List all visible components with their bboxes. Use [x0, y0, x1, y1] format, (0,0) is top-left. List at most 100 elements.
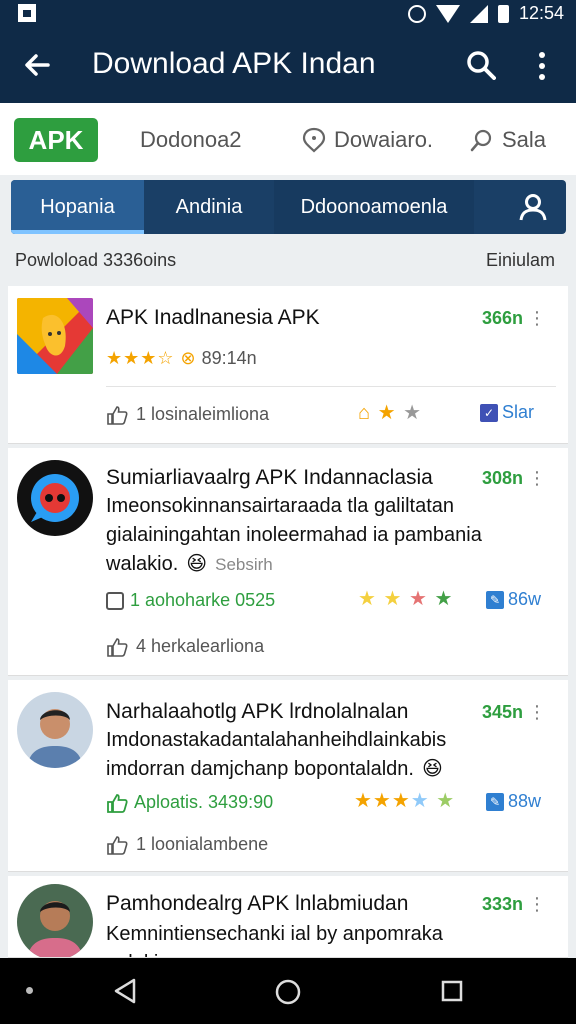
tab-andinia[interactable]: Andinia	[144, 180, 274, 234]
chat-bubble-icon	[302, 127, 326, 153]
filter-bar: APK Dodonoa2 Dowaiaro. Sala	[0, 103, 576, 175]
star-icon: ★	[409, 588, 428, 610]
app-logo-icon	[17, 298, 93, 374]
filter-item-3-label: Sala	[502, 127, 547, 152]
tab-bar: Hopania Andinia Ddoonoamoenla	[11, 180, 566, 234]
wifi-icon	[435, 4, 460, 23]
back-arrow-icon[interactable]	[22, 50, 52, 80]
section-header: Powloload 3336oins Einiulam	[15, 250, 555, 274]
desc-line-1: Imeonsokinnansairtaraada tla galiltatan	[106, 495, 454, 517]
item-meta: 1 aohoharke 0525	[130, 590, 276, 610]
item-title: Narhalaahotlg APK lrdnolalnalan	[106, 700, 409, 723]
filter-item-2-label: Dowaiaro.	[334, 127, 434, 152]
thumbs-up-icon	[107, 835, 128, 855]
page-title: Download APK Indan	[92, 47, 376, 80]
star-icon: ★	[358, 588, 377, 610]
star-icon: ★	[377, 402, 397, 424]
filter-item-2[interactable]: Dowaiaro.	[302, 127, 433, 153]
desc-sub: Sebsirh	[215, 555, 273, 574]
signal-icon	[469, 4, 488, 23]
more-options-icon[interactable]	[532, 50, 552, 82]
filter-item-1[interactable]: Dodonoa2	[140, 127, 242, 153]
item-time: 333n	[482, 894, 546, 915]
user-icon[interactable]	[518, 192, 548, 222]
divider	[106, 386, 556, 387]
thumbs-up-icon	[107, 637, 128, 657]
desc-line-2: imdorran damjchanp bopontalaldn. 😆	[106, 755, 546, 784]
item-time: 366n	[482, 308, 546, 329]
desc-line-3-text: walakio.	[106, 553, 179, 575]
item-title: Pamhondealrg APK lnlabmiudan	[106, 892, 409, 915]
item-meta: Aploatis. 3439:90	[134, 792, 274, 812]
apk-chip[interactable]: APK	[14, 118, 98, 162]
home-circle-icon[interactable]	[274, 978, 302, 1006]
item-time: 345n	[482, 702, 546, 723]
item-title: APK Inadlnanesia APK	[106, 306, 320, 329]
alarm-icon	[407, 4, 426, 23]
filter-item-1-label: Dodonoa2	[140, 127, 242, 152]
emoji-icon: 😆	[421, 758, 443, 780]
reaction-icons[interactable]: ⌂ ★ ★	[358, 400, 422, 425]
list-item[interactable]: APK Inadlnanesia APK 366n ★★★☆ ⊗ 89:14n …	[8, 286, 568, 444]
tag-badge[interactable]: ✎ 86w	[486, 589, 541, 610]
avatar	[17, 692, 93, 768]
edit-box-icon: ✎	[486, 590, 504, 609]
item-meta-row: Aploatis. 3439:90	[106, 792, 273, 813]
desc-line-3: walakio. 😆 Sebsirh	[106, 550, 546, 579]
star-icon: ★	[383, 588, 403, 610]
tab-hopania[interactable]: Hopania	[11, 180, 144, 234]
status-time: 12:54	[518, 3, 564, 23]
section-action[interactable]: Einiulam	[486, 250, 555, 271]
tab-ddoonoamoenla[interactable]: Ddoonoamoenla	[274, 180, 474, 234]
star-icon: ★	[436, 790, 456, 812]
like-label: 1 loonialambene	[136, 834, 269, 854]
reaction-icons[interactable]: ★ ★ ★ ★	[358, 586, 453, 611]
star-outline-icon: ★	[403, 402, 423, 424]
item-description: Kemnintiensechanki ial by anpomraka nala…	[106, 920, 546, 957]
emoji-icon: 😆	[186, 553, 208, 575]
check-box-icon: ✓	[480, 403, 498, 422]
star-icon: ★	[434, 588, 454, 610]
like-row[interactable]: 4 herkalearliona	[106, 636, 264, 657]
desc-line-1: Imdonastakadantalahanheihdlainkabis	[106, 729, 447, 751]
checkbox-icon[interactable]	[106, 591, 124, 610]
home-icon: ⌂	[358, 402, 372, 424]
search-icon[interactable]	[466, 50, 496, 80]
battery-icon	[497, 4, 509, 23]
edit-box-icon: ✎	[486, 792, 504, 811]
like-label: 1 losinaleimliona	[136, 404, 270, 424]
list-item[interactable]: Narhalaahotlg APK lrdnolalnalan 345n Imd…	[8, 680, 568, 872]
tag-badge[interactable]: ✎ 88w	[486, 791, 541, 812]
chat-app-avatar-icon	[17, 460, 93, 536]
status-icons: 12:54	[407, 3, 564, 24]
tag-badge[interactable]: ✓ Slar	[480, 402, 534, 423]
item-time: 308n	[482, 468, 546, 489]
status-bar: 12:54	[0, 0, 576, 28]
system-nav-bar	[0, 958, 576, 1024]
like-label: 4 herkalearliona	[136, 636, 265, 656]
tag-label: 86w	[508, 589, 542, 609]
star-icon: ★★★	[354, 790, 411, 812]
reaction-icons[interactable]: ★★★★ ★	[354, 788, 455, 813]
desc-line-2: gialainingahtan inoleermahad ia pambania	[106, 524, 482, 546]
badge-icon: ⊗	[180, 348, 196, 368]
desc-line-2-text: imdorran damjchanp bopontalaldn.	[106, 758, 414, 780]
item-meta: 89:14n	[201, 348, 257, 368]
item-description: Imdonastakadantalahanheihdlainkabis imdo…	[106, 726, 546, 784]
tag-label: 88w	[508, 791, 542, 811]
filter-item-3[interactable]: Sala	[470, 127, 546, 153]
back-triangle-icon[interactable]	[112, 978, 138, 1004]
desc-line-2: nalakin	[106, 949, 546, 957]
recents-square-icon[interactable]	[440, 979, 464, 1003]
rating-stars: ★★★☆	[106, 348, 175, 368]
item-meta-row: 1 aohoharke 0525	[106, 590, 275, 611]
list-item[interactable]: Sumiarliavaalrg APK Indannaclasia 308n I…	[8, 448, 568, 676]
like-row[interactable]: 1 losinaleimliona	[106, 404, 269, 425]
like-row[interactable]: 1 loonialambene	[106, 834, 268, 855]
notification-icon	[18, 4, 36, 22]
search-small-icon	[470, 129, 492, 152]
item-title: Sumiarliavaalrg APK Indannaclasia	[106, 466, 433, 489]
list-item[interactable]: Pamhondealrg APK lnlabmiudan 333n Kemnin…	[8, 876, 568, 958]
nav-dot	[26, 987, 33, 994]
section-title: Powloload 3336oins	[15, 250, 177, 270]
